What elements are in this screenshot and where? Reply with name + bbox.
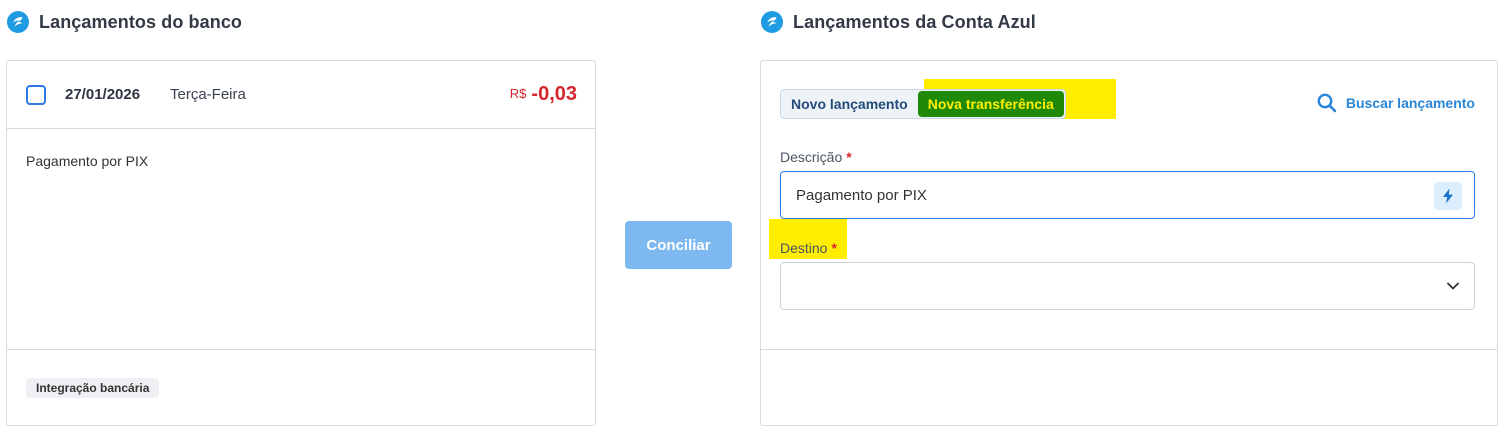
amount-value: -0,03 bbox=[531, 83, 577, 105]
conta-azul-logo-icon bbox=[761, 11, 783, 33]
bank-entries-title: Lançamentos do banco bbox=[39, 11, 243, 32]
descricao-value: Pagamento por PIX bbox=[796, 187, 927, 204]
auto-fill-button[interactable] bbox=[1434, 182, 1462, 210]
conta-azul-entries-header: Lançamentos da Conta Azul bbox=[761, 10, 1036, 34]
bank-integration-tag: Integração bancária bbox=[26, 378, 160, 398]
search-entry-link[interactable]: Buscar lançamento bbox=[1317, 93, 1475, 113]
descricao-label: Descrição * bbox=[780, 149, 852, 165]
descricao-label-text: Descrição bbox=[780, 149, 843, 165]
destino-label: Destino * bbox=[780, 240, 837, 256]
tab-nova-transferencia[interactable]: Nova transferência bbox=[917, 91, 1064, 117]
conta-azul-logo-icon bbox=[7, 11, 29, 33]
conta-azul-entry-card: Novo lançamento Nova transferência Busca… bbox=[760, 60, 1498, 426]
entry-card-footer bbox=[761, 349, 1497, 425]
destino-label-text: Destino bbox=[780, 240, 828, 256]
destino-select[interactable] bbox=[780, 262, 1475, 310]
search-icon bbox=[1317, 93, 1337, 113]
descricao-input[interactable]: Pagamento por PIX bbox=[780, 171, 1475, 219]
transaction-description: Pagamento por PIX bbox=[26, 153, 149, 169]
transaction-date: 27/01/2026 bbox=[65, 86, 141, 103]
bank-card-footer: Integração bancária bbox=[7, 349, 595, 425]
currency-symbol: R$ bbox=[509, 86, 527, 101]
entry-type-tabs: Novo lançamento Nova transferência bbox=[780, 89, 1066, 119]
bank-transaction-card: 27/01/2026 Terça-Feira R$ -0,03 Pagamento… bbox=[6, 60, 596, 426]
required-mark: * bbox=[846, 149, 852, 165]
tab-novo-lancamento[interactable]: Novo lançamento bbox=[781, 90, 918, 118]
required-mark: * bbox=[831, 240, 837, 256]
transaction-amount: R$ -0,03 bbox=[510, 83, 577, 106]
bank-entries-header: Lançamentos do banco bbox=[7, 10, 242, 34]
bank-transaction-row: 27/01/2026 Terça-Feira R$ -0,03 bbox=[7, 61, 595, 129]
lightning-icon bbox=[1443, 188, 1453, 204]
conta-azul-entries-title: Lançamentos da Conta Azul bbox=[793, 11, 1036, 32]
search-entry-label: Buscar lançamento bbox=[1345, 95, 1475, 111]
select-transaction-checkbox[interactable] bbox=[26, 85, 46, 105]
transaction-weekday: Terça-Feira bbox=[170, 86, 246, 103]
chevron-down-icon bbox=[1447, 282, 1459, 290]
conciliar-button[interactable]: Conciliar bbox=[625, 221, 732, 269]
